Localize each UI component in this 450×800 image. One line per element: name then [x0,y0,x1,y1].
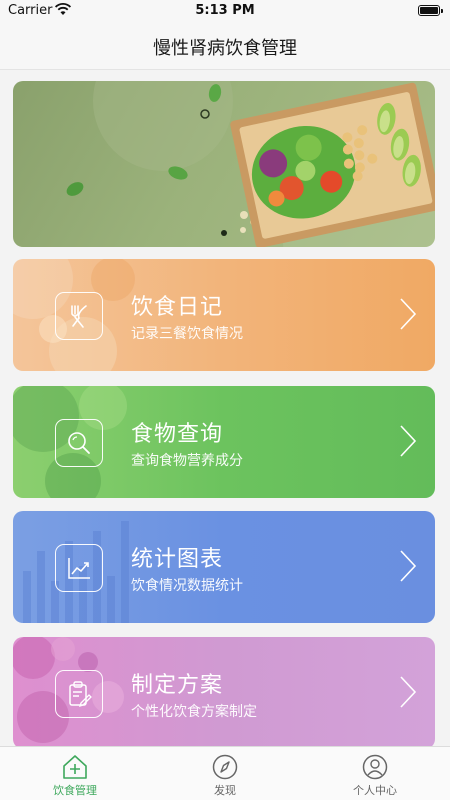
tab-discover[interactable]: 发现 [150,747,300,800]
status-time: 5:13 PM [195,3,255,18]
line-chart-icon [68,558,90,579]
home-plus-icon [63,755,87,779]
stats-title: 统计图表 [131,547,224,572]
tab-personal-center-label: 个人中心 [353,784,397,797]
chevron-right-icon [400,298,417,330]
user-icon [362,754,388,780]
plan-title: 制定方案 [131,673,224,698]
fork-knife-icon [71,305,87,328]
chevron-right-icon [400,550,417,582]
diet-plan-card[interactable]: 制定方案 个性化饮食方案制定 [13,637,435,749]
battery-icon [418,5,443,16]
clipboard-edit-icon [69,681,92,708]
plan-subtitle: 个性化饮食方案制定 [131,704,257,720]
food-lookup-subtitle: 查询食物营养成分 [131,453,243,469]
diary-icon-frame [55,292,103,340]
food-lookup-title: 食物查询 [131,422,224,447]
chevron-right-icon [400,425,417,457]
status-bar: Carrier 5:13 PM [0,0,450,22]
stats-subtitle: 饮食情况数据统计 [131,578,243,594]
tab-bar: 饮食管理 发现 个人中心 [0,746,450,800]
app-screen: Carrier 5:13 PM 慢性肾病饮食管理 饮食日记 记录三餐饮食情况 食… [0,0,450,800]
lookup-icon-frame [55,419,103,467]
page-title: 慢性肾病饮食管理 [153,38,297,59]
diary-subtitle: 记录三餐饮食情况 [131,326,243,342]
salad-illustration [66,81,435,247]
search-icon [68,432,90,454]
chevron-right-icon [400,676,417,708]
compass-icon [212,754,238,780]
diary-title: 饮食日记 [131,295,224,320]
tab-diet-management[interactable]: 饮食管理 [0,747,150,800]
tab-personal-center[interactable]: 个人中心 [300,747,450,800]
navigation-bar: 慢性肾病饮食管理 [0,22,450,70]
tab-diet-management-label: 饮食管理 [53,784,97,797]
statistics-chart-card[interactable]: 统计图表 饮食情况数据统计 [13,511,435,623]
salad-banner[interactable] [13,81,435,247]
tab-discover-label: 发现 [214,784,236,797]
diet-diary-card[interactable]: 饮食日记 记录三餐饮食情况 [13,259,435,371]
stats-icon-frame [55,544,103,592]
plan-icon-frame [55,670,103,718]
food-lookup-card[interactable]: 食物查询 查询食物营养成分 [13,386,435,498]
